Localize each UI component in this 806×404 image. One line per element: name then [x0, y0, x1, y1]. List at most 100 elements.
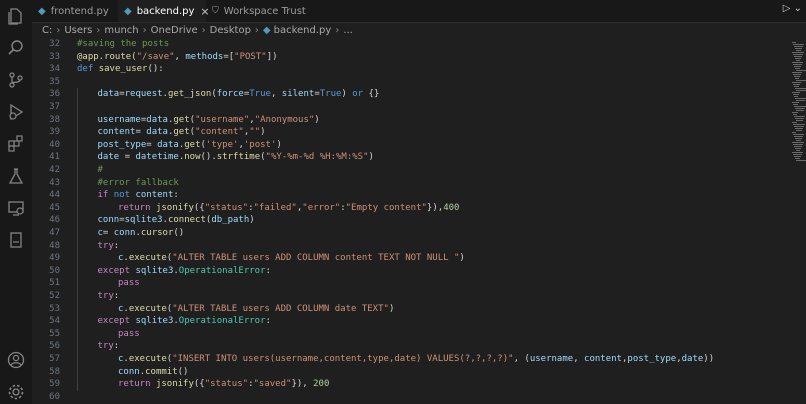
code-line[interactable]: 49 c.execute("ALTER TABLE users ADD COLUM…: [32, 252, 772, 265]
code-line[interactable]: 54 except sqlite3.OperationalError:: [32, 315, 772, 328]
chevron-right-icon: ›: [96, 24, 101, 36]
code-line[interactable]: 42 #: [32, 164, 772, 177]
indent-guide: [77, 88, 78, 391]
minimap-line: [796, 130, 802, 131]
remote-explorer-icon[interactable]: [6, 198, 26, 218]
breadcrumb-onedrive[interactable]: OneDrive: [151, 25, 198, 36]
code-token: if: [97, 190, 114, 201]
code-token: :: [173, 190, 179, 201]
code-token: "status": [204, 379, 249, 390]
code-line[interactable]: 56 try:: [32, 340, 772, 353]
code-line[interactable]: 33 @app.route("/save", methods=["POST"]): [32, 51, 772, 64]
tab-frontend[interactable]: ◆ frontend.py: [32, 0, 118, 22]
code-line[interactable]: 51 pass: [32, 277, 772, 290]
run-split-icon[interactable]: ▷ ⌄: [783, 3, 802, 14]
line-number: 58: [49, 366, 60, 377]
code-line[interactable]: 44 if not content:: [32, 189, 772, 202]
minimap-line: [792, 62, 803, 63]
code-token: post_type: [627, 354, 677, 364]
source-control-icon[interactable]: [6, 70, 26, 90]
code-line[interactable]: 50 except sqlite3.OperationalError:: [32, 265, 772, 278]
line-number: 37: [49, 102, 60, 112]
code-text: conn=sqlite3.connect(db_path): [98, 214, 255, 227]
code-line[interactable]: 37: [32, 101, 772, 114]
minimap-line: [796, 100, 805, 101]
code-token: ]): [266, 51, 278, 62]
breadcrumb-file[interactable]: backend.py: [274, 25, 332, 36]
extensions-icon[interactable]: [6, 134, 26, 154]
minimap-line: [795, 158, 800, 159]
tab-label: backend.py: [136, 5, 195, 17]
account-icon[interactable]: [6, 350, 26, 370]
code-line[interactable]: 47 c= conn.cursor(): [32, 227, 772, 240]
code-token: conn: [113, 228, 136, 238]
breadcrumb-desktop[interactable]: Desktop: [210, 25, 251, 36]
code-token: )): [703, 354, 715, 364]
minimap[interactable]: [792, 38, 806, 404]
code-line[interactable]: 48 try:: [32, 240, 772, 253]
code-line[interactable]: 57 c.execute("INSERT INTO users(username,…: [32, 353, 772, 366]
code-line[interactable]: 46 conn=sqlite3.connect(db_path): [32, 214, 772, 227]
breadcrumb-munch[interactable]: munch: [104, 25, 138, 36]
breadcrumb-users[interactable]: Users: [64, 25, 92, 36]
code-line[interactable]: 58 conn.commit(): [32, 366, 772, 379]
minimap-line: [796, 60, 800, 61]
code-token: "error": [302, 202, 341, 213]
code-line[interactable]: 43 #error fallback: [32, 177, 772, 190]
code-line[interactable]: 59 return jsonify({"status":"saved"}), 20…: [32, 378, 772, 391]
code-line[interactable]: 60: [32, 391, 772, 404]
minimap-line: [792, 122, 797, 123]
code-token: 400: [443, 202, 460, 213]
minimap-line: [794, 156, 801, 157]
minimap-line: [795, 148, 801, 149]
line-number: 39: [49, 127, 60, 138]
code-token: (): [173, 228, 185, 238]
code-text: #saving the posts: [77, 38, 169, 51]
code-token: sqlite3: [135, 265, 174, 276]
tab-label: Workspace Trust: [223, 5, 306, 17]
tab-workspace-trust[interactable]: ⛉ Workspace Trust: [206, 0, 316, 22]
code-line[interactable]: 39 content= data.get("content",""): [32, 126, 772, 139]
minimap-line: [792, 152, 803, 153]
code-text: c.execute("ALTER TABLE users ADD COLUMN …: [118, 252, 465, 265]
code-token: execute: [128, 354, 167, 364]
code-line[interactable]: 34 def save_user():: [32, 63, 772, 76]
code-token: "ALTER TABLE users ADD COLUMN content TE…: [172, 253, 460, 264]
code-line[interactable]: 40 post_type= data.get('type','post'): [32, 139, 772, 152]
breadcrumb-symbol[interactable]: ...: [343, 25, 353, 36]
line-number: 35: [49, 76, 60, 87]
code-token: "saved": [253, 379, 292, 390]
breadcrumb-drive[interactable]: C:: [42, 25, 52, 36]
code-line[interactable]: 45 return jsonify({"status":"failed","err…: [32, 202, 772, 215]
code-line[interactable]: 38 username=data.get("username","Anonymou…: [32, 114, 772, 127]
activity-bar: [0, 0, 32, 404]
minimap-line: [793, 154, 802, 155]
minimap-line: [796, 140, 801, 141]
code-token: #error fallback: [97, 177, 179, 188]
minimap-line: [795, 138, 802, 139]
code-line[interactable]: 52 try:: [32, 290, 772, 303]
minimap-line: [795, 98, 806, 99]
minimap-line: [792, 42, 796, 43]
code-line[interactable]: 35: [32, 76, 772, 89]
code-line[interactable]: 53 c.execute("ALTER TABLE users ADD COLUM…: [32, 303, 772, 316]
code-token: data: [146, 127, 168, 138]
code-line[interactable]: 55 pass: [32, 328, 772, 341]
code-token: True: [319, 89, 342, 100]
tab-backend[interactable]: ◆ backend.py ×: [118, 0, 210, 22]
settings-gear-icon[interactable]: [6, 382, 26, 402]
code-token: 200: [313, 379, 330, 390]
code-token: "Empty content": [345, 202, 427, 213]
line-number: 53: [49, 303, 60, 314]
run-debug-icon[interactable]: [6, 102, 26, 122]
code-line[interactable]: 41 date = datetime.now().strftime("%Y-%m-…: [32, 151, 772, 164]
explorer-icon[interactable]: [6, 6, 26, 26]
code-line[interactable]: 32 #saving the posts: [32, 38, 772, 51]
code-line[interactable]: 36 data=request.get_json(force=True, sile…: [32, 88, 772, 101]
code-token: pass: [118, 328, 140, 339]
code-token: True: [249, 89, 271, 100]
testing-icon[interactable]: [6, 166, 26, 186]
code-editor[interactable]: 32 #saving the posts 33 @app.route("/save",…: [32, 38, 806, 404]
notebook-icon[interactable]: [6, 230, 26, 250]
search-icon[interactable]: [6, 38, 26, 58]
